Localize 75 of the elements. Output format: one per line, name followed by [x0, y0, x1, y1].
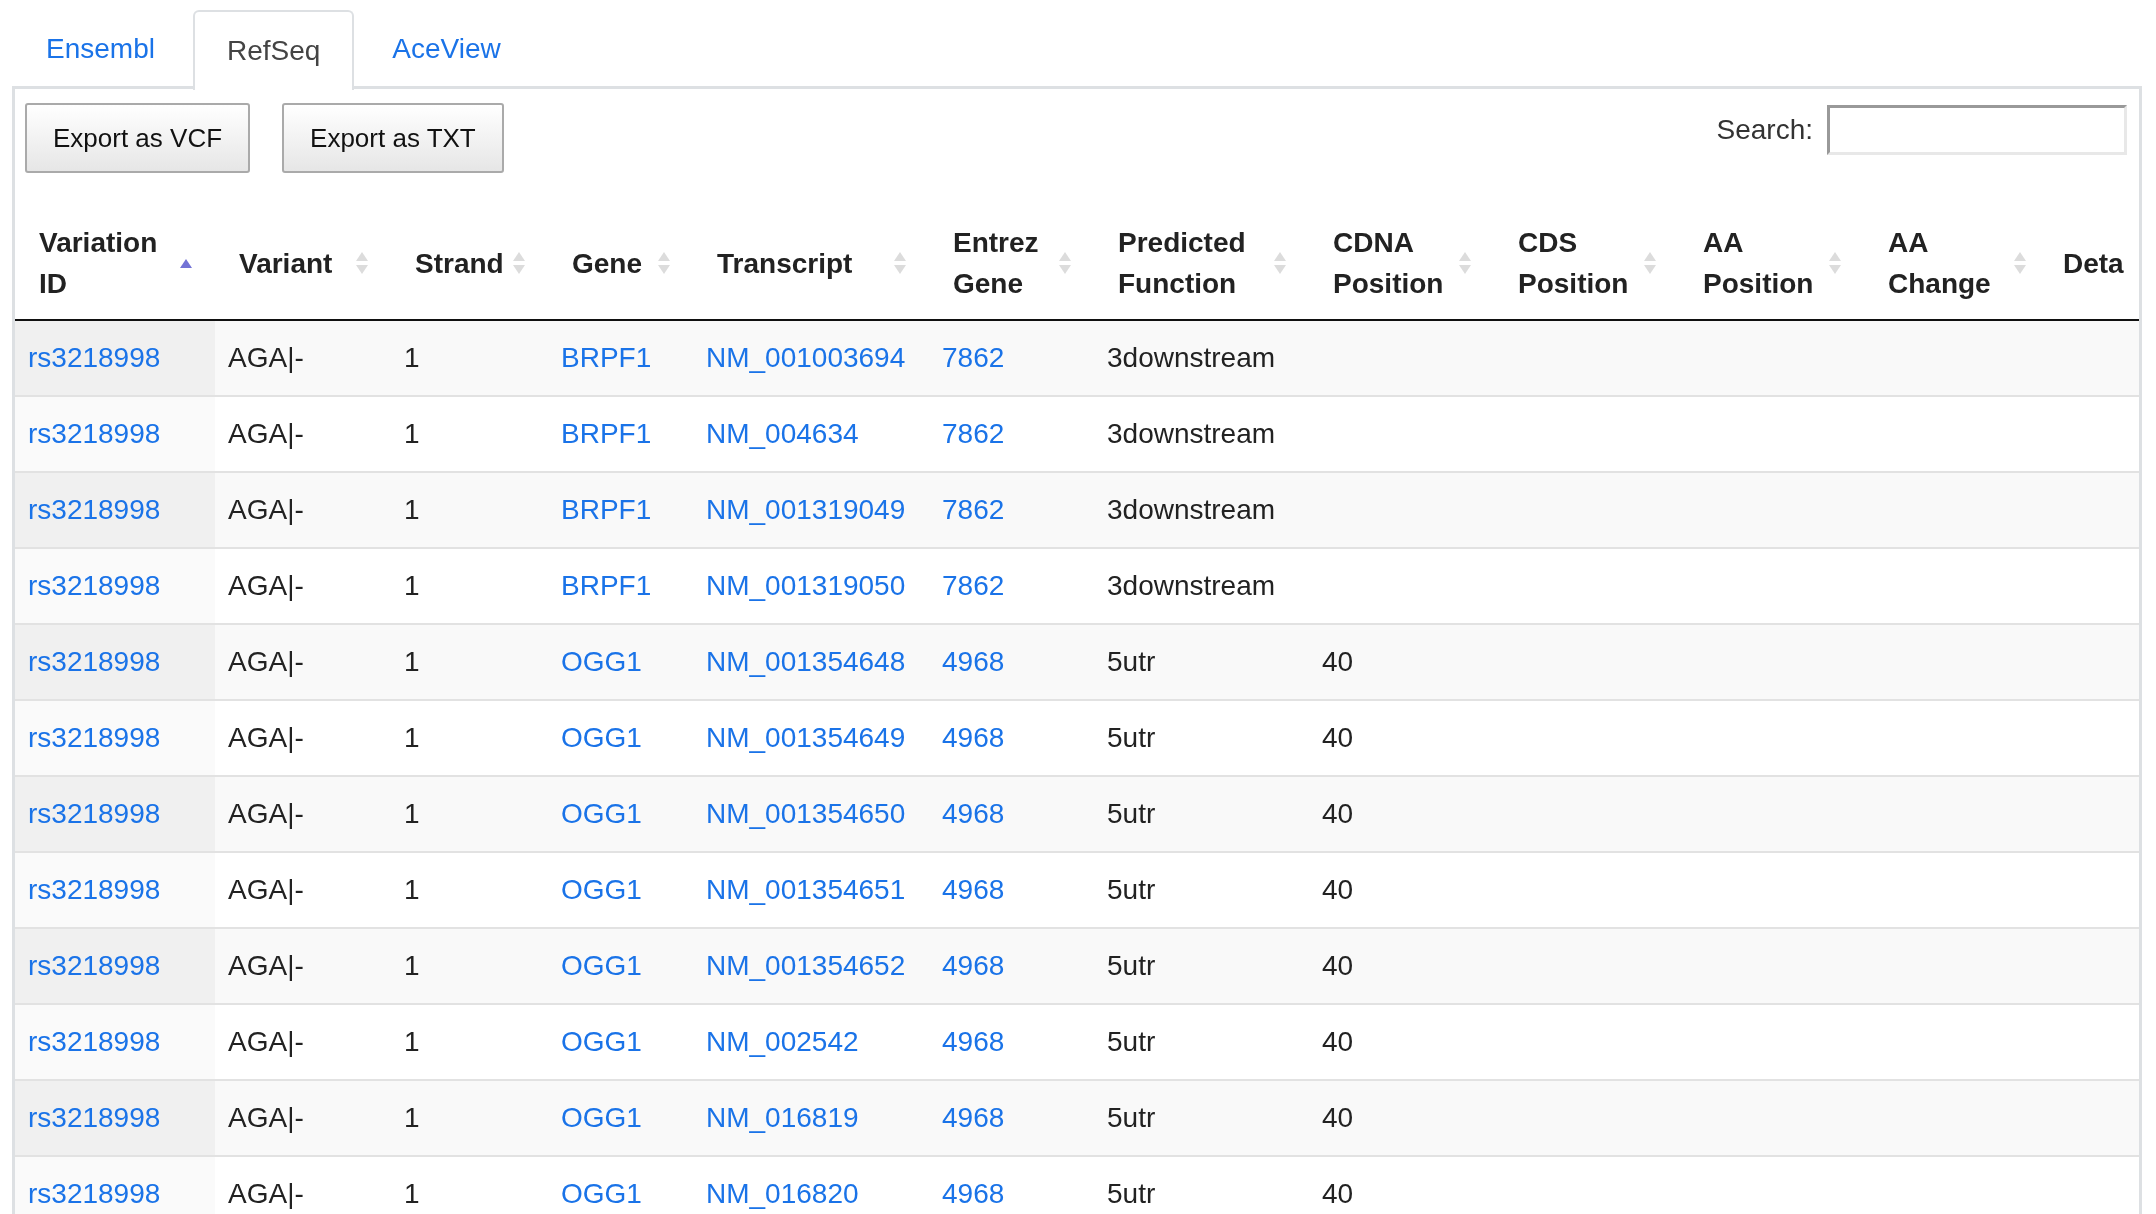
search-field[interactable]: [1827, 105, 2127, 155]
table-cell: 1: [404, 874, 420, 905]
table-cell: 1: [404, 494, 420, 525]
table-cell: 1: [404, 950, 420, 981]
table-cell: AGA|-: [228, 798, 304, 829]
table-cell: 5utr: [1107, 874, 1156, 905]
table-cell: 5utr: [1107, 722, 1156, 753]
table-cell: 1: [404, 570, 420, 601]
table-cell: AGA|-: [228, 418, 304, 449]
table-link[interactable]: NM_002542: [706, 1026, 859, 1057]
table-cell: AGA|-: [228, 646, 304, 677]
table-link[interactable]: NM_001319050: [706, 570, 906, 601]
table-cell: 5utr: [1107, 1178, 1156, 1209]
table-cell: 1: [404, 1102, 420, 1133]
table-cell: AGA|-: [228, 342, 304, 373]
table-cell: 3downstream: [1107, 570, 1276, 601]
tab[interactable]: RefSeq: [192, 10, 355, 90]
table-cell: 1: [404, 342, 420, 373]
table-cell: 40: [1322, 950, 1354, 981]
table-cell: AGA|-: [228, 570, 304, 601]
table-link[interactable]: BRPF1: [561, 570, 652, 601]
table-link[interactable]: 4968: [942, 1178, 1005, 1209]
table-cell: 40: [1322, 1178, 1354, 1209]
table-cell: AGA|-: [228, 722, 304, 753]
tab[interactable]: Ensembl: [12, 8, 189, 88]
search-label: Search:: [1716, 114, 1813, 146]
table-cell: 1: [404, 646, 420, 677]
table-link[interactable]: OGG1: [561, 722, 642, 753]
table-cell: AGA|-: [228, 874, 304, 905]
table-cell: 40: [1322, 874, 1354, 905]
tab[interactable]: AceView: [358, 8, 535, 88]
table-link[interactable]: 4968: [942, 950, 1005, 981]
table-cell: 5utr: [1107, 646, 1156, 677]
table-link[interactable]: OGG1: [561, 1026, 642, 1057]
table-cell: 40: [1322, 646, 1354, 677]
table-link[interactable]: NM_004634: [706, 418, 859, 449]
table-cell: 1: [404, 722, 420, 753]
table-link[interactable]: NM_001354649: [706, 722, 906, 753]
table-cell: 1: [404, 1026, 420, 1057]
table-link[interactable]: OGG1: [561, 1178, 642, 1209]
table-cell: 5utr: [1107, 950, 1156, 981]
table-cell: AGA|-: [228, 950, 304, 981]
table-cell: AGA|-: [228, 494, 304, 525]
export-button[interactable]: Export as VCF: [25, 103, 251, 173]
table-cell: AGA|-: [228, 1026, 304, 1057]
table-link[interactable]: NM_016820: [706, 1178, 859, 1209]
export-button[interactable]: Export as TXT: [282, 103, 504, 173]
table-link[interactable]: 7862: [942, 494, 1005, 525]
table-cell: 3downstream: [1107, 494, 1276, 525]
table-cell: 40: [1322, 1026, 1354, 1057]
table-link[interactable]: 7862: [942, 342, 1005, 373]
table-cell: 1: [404, 418, 420, 449]
table-cell: 5utr: [1107, 798, 1156, 829]
table-link[interactable]: 7862: [942, 418, 1005, 449]
table-link[interactable]: 4968: [942, 1026, 1005, 1057]
table-cell: 5utr: [1107, 1102, 1156, 1133]
table-link[interactable]: 4968: [942, 646, 1005, 677]
table-cell: AGA|-: [228, 1102, 304, 1133]
table-cell: 3downstream: [1107, 418, 1276, 449]
table-cell: 40: [1322, 798, 1354, 829]
table-link[interactable]: OGG1: [561, 874, 642, 905]
table-link[interactable]: 4968: [942, 798, 1005, 829]
table-link[interactable]: NM_001354651: [706, 874, 906, 905]
table-link[interactable]: 4968: [942, 1102, 1005, 1133]
table-cell: 3downstream: [1107, 342, 1276, 373]
table-cell: 1: [404, 1178, 420, 1209]
table-link[interactable]: 4968: [942, 874, 1005, 905]
table-cell: 5utr: [1107, 1026, 1156, 1057]
table-cell: 1: [404, 798, 420, 829]
table-cell: 40: [1322, 1102, 1354, 1133]
table-link[interactable]: BRPF1: [561, 418, 652, 449]
table-cell: 40: [1322, 722, 1354, 753]
table-link[interactable]: 4968: [942, 722, 1005, 753]
table-cell: AGA|-: [228, 1178, 304, 1209]
table-link[interactable]: 7862: [942, 570, 1005, 601]
